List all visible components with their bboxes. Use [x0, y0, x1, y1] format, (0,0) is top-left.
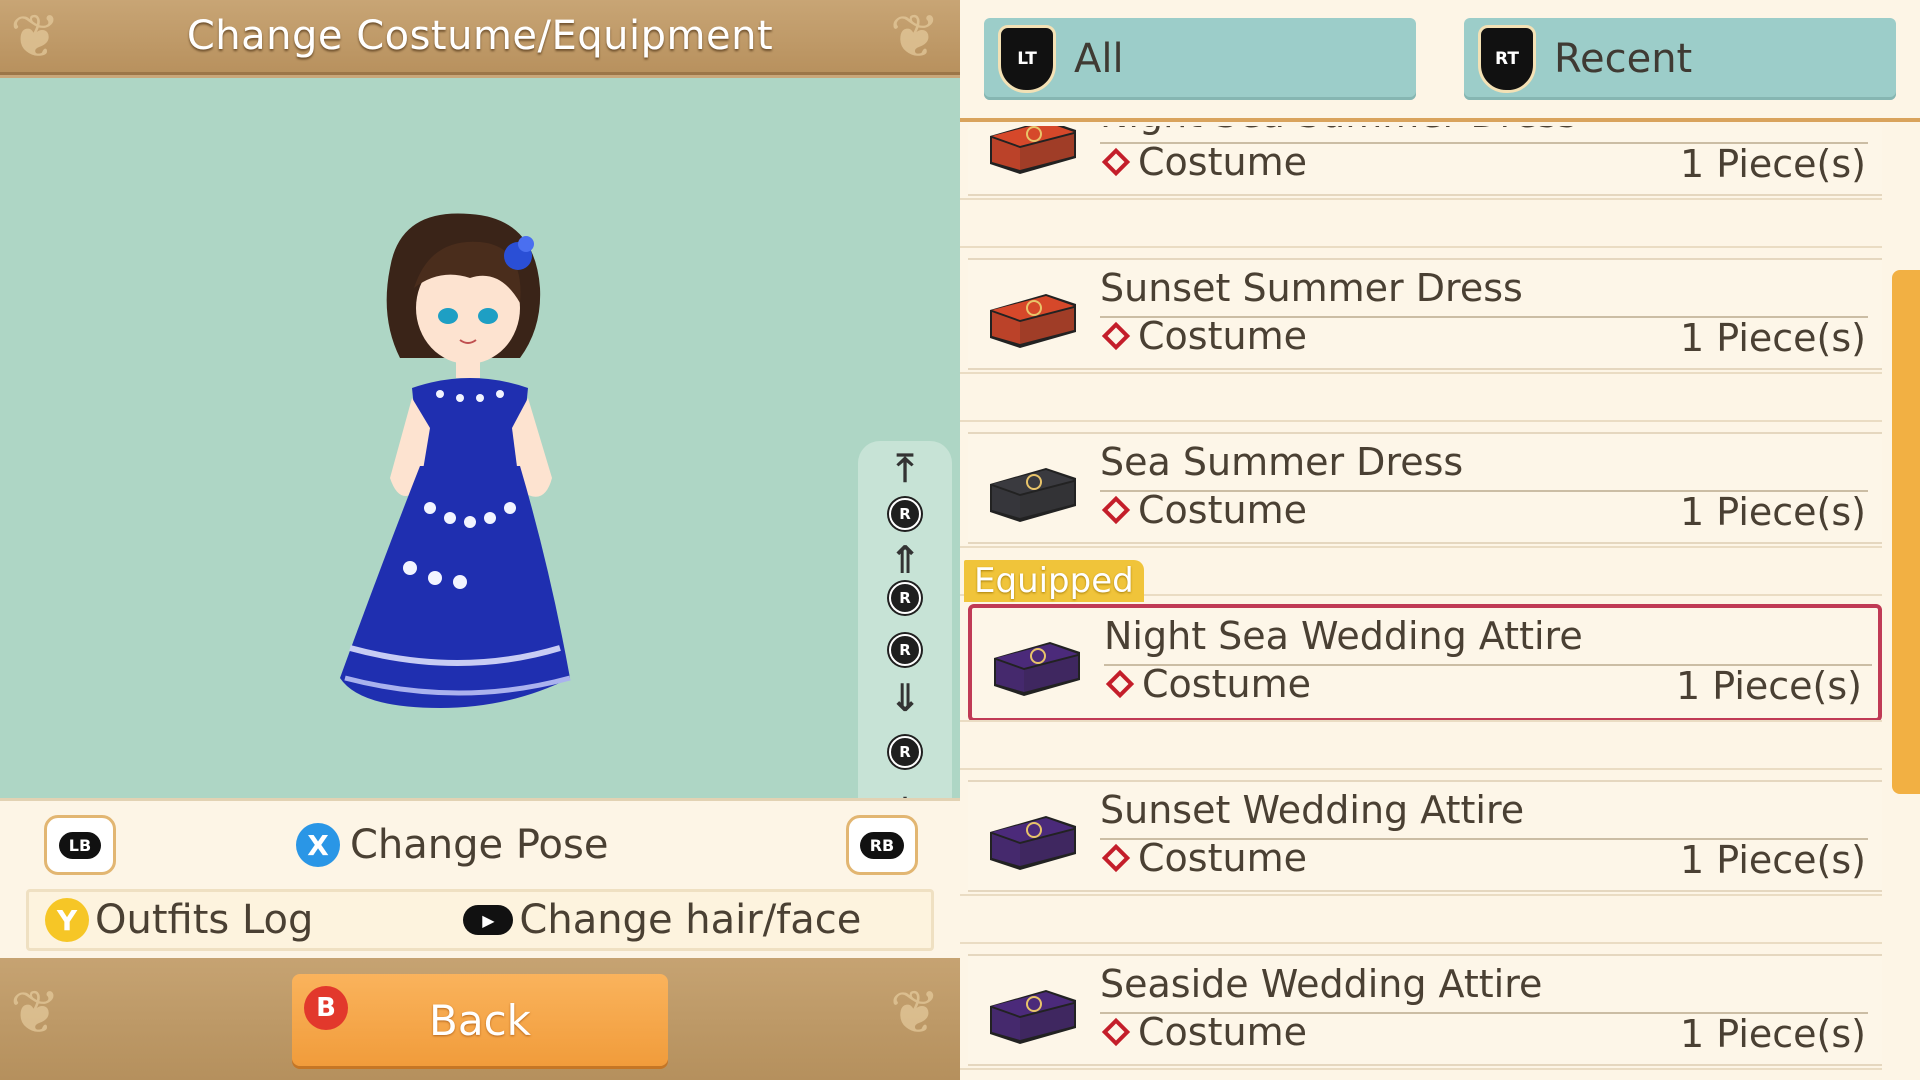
- costume-chest-icon: [994, 642, 1080, 696]
- scrollbar-thumb[interactable]: [1892, 270, 1920, 794]
- tab-recent-label: Recent: [1554, 36, 1693, 82]
- item-type-label: Costume: [1138, 1010, 1307, 1054]
- equipped-item-card[interactable]: Night Sea Wedding Attire Costume 1 Piece(s…: [968, 604, 1882, 722]
- item-name: Sea Summer Dress: [1100, 440, 1464, 484]
- item-name: Sunset Wedding Attire: [1100, 788, 1525, 832]
- item-type: Costume: [1104, 662, 1311, 706]
- x-button-icon: X: [296, 823, 340, 867]
- filter-tabs: LT All RT Recent: [960, 0, 1920, 122]
- costume-chest-icon: [990, 126, 1076, 174]
- costume-list-panel: LT All RT Recent Night Sea Summer Dress C…: [960, 0, 1920, 1080]
- tab-recent[interactable]: RT Recent: [1464, 18, 1896, 100]
- item-name: Night Sea Wedding Attire: [1104, 614, 1583, 658]
- item-count: 1 Piece(s): [1676, 664, 1862, 708]
- b-button-icon: B: [304, 986, 348, 1030]
- item-type-label: Costume: [1142, 662, 1311, 706]
- item-type: Costume: [1100, 140, 1307, 184]
- item-card[interactable]: Sunset Wedding Attire Costume 1 Piece(s): [968, 780, 1882, 892]
- rt-button-icon: RT: [1478, 25, 1536, 93]
- jump-to-top-icon[interactable]: ⤒: [858, 445, 952, 491]
- costume-list-item[interactable]: Seaside Wedding Attire Costume 1 Piece(s): [960, 944, 1882, 1080]
- change-pose-label: Change Pose: [350, 822, 609, 868]
- costume-list-item[interactable]: Sunset Wedding Attire Costume 1 Piece(s): [960, 770, 1882, 944]
- lb-button[interactable]: LB: [44, 815, 116, 875]
- item-type: Costume: [1100, 488, 1307, 532]
- costume-chest-icon: [990, 990, 1076, 1044]
- title-bar: ❦ Change Costume/Equipment ❦: [0, 0, 960, 75]
- item-card[interactable]: Sunset Summer Dress Costume 1 Piece(s): [968, 258, 1882, 370]
- ornament-left-icon: ❦: [10, 2, 61, 72]
- diamond-icon: [1105, 669, 1135, 699]
- list-spacer: [960, 720, 1882, 770]
- camera-right-icon[interactable]: R: [858, 627, 952, 673]
- item-name: Night Sea Summer Dress: [1100, 126, 1577, 136]
- item-card[interactable]: Seaside Wedding Attire Costume 1 Piece(s): [968, 954, 1882, 1066]
- camera-left-icon[interactable]: R: [858, 575, 952, 621]
- character-preview-stage[interactable]: ⤒ R ⇑ R R ⇓ R ⤓: [0, 78, 960, 871]
- ornament-bottom-right-icon: ❦: [889, 978, 940, 1048]
- page-title: Change Costume/Equipment: [186, 13, 774, 59]
- footer: ❦ B Back ❦: [0, 958, 960, 1080]
- item-card[interactable]: Sea Summer Dress Costume 1 Piece(s): [968, 432, 1882, 544]
- rb-button[interactable]: RB: [846, 815, 918, 875]
- costume-list-item[interactable]: Equipped Night Sea Wedding Attire Costume 1…: [960, 560, 1882, 770]
- item-type-label: Costume: [1138, 836, 1307, 880]
- zoom-out-icon[interactable]: ⇓: [858, 675, 952, 721]
- diamond-icon: [1101, 495, 1131, 525]
- item-type: Costume: [1100, 1010, 1307, 1054]
- preview-panel: ❦ Change Costume/Equipment ❦ ⤒ R ⇑ R R ⇓…: [0, 0, 960, 1080]
- preview-controls: LB X Change Pose RB Y Outfits Log ▶ Chan…: [0, 798, 960, 958]
- list-spacer: [960, 372, 1882, 422]
- diamond-icon: [1101, 147, 1131, 177]
- change-hair-face-button[interactable]: Change hair/face: [519, 897, 861, 943]
- list-spacer: [960, 894, 1882, 944]
- right-stick-icon: ▶: [463, 905, 514, 935]
- costume-chest-icon: [990, 468, 1076, 522]
- item-type: Costume: [1100, 836, 1307, 880]
- outfits-log-button[interactable]: Outfits Log: [95, 897, 313, 943]
- equipped-tag: Equipped: [964, 560, 1144, 602]
- back-label: Back: [429, 995, 531, 1045]
- costume-list-item[interactable]: Night Sea Summer Dress Costume 1 Piece(s): [960, 126, 1882, 248]
- tab-all-label: All: [1074, 36, 1124, 82]
- costume-chest-icon: [990, 294, 1076, 348]
- camera-down-icon[interactable]: R: [858, 729, 952, 775]
- item-name: Sunset Summer Dress: [1100, 266, 1523, 310]
- list-spacer: [960, 198, 1882, 248]
- costume-list[interactable]: Night Sea Summer DressCostume1 Piece(s)S…: [960, 126, 1882, 1080]
- item-count: 1 Piece(s): [1680, 142, 1866, 186]
- character-model: [340, 213, 571, 708]
- item-count: 1 Piece(s): [1680, 1012, 1866, 1056]
- lt-button-icon: LT: [998, 25, 1056, 93]
- item-type-label: Costume: [1138, 488, 1307, 532]
- item-count: 1 Piece(s): [1680, 490, 1866, 534]
- diamond-icon: [1101, 1017, 1131, 1047]
- costume-list-item[interactable]: Sunset Summer Dress Costume 1 Piece(s): [960, 248, 1882, 422]
- item-card[interactable]: Night Sea Summer Dress Costume 1 Piece(s): [968, 126, 1882, 196]
- item-name: Seaside Wedding Attire: [1100, 962, 1543, 1006]
- secondary-actions: Y Outfits Log ▶ Change hair/face: [26, 889, 934, 951]
- ornament-right-icon: ❦: [889, 2, 940, 72]
- ornament-bottom-left-icon: ❦: [10, 978, 61, 1048]
- change-pose-button[interactable]: X Change Pose: [296, 815, 608, 875]
- item-count: 1 Piece(s): [1680, 316, 1866, 360]
- tab-all[interactable]: LT All: [984, 18, 1416, 100]
- back-button[interactable]: B Back: [292, 974, 668, 1066]
- diamond-icon: [1101, 321, 1131, 351]
- costume-chest-icon: [990, 816, 1076, 870]
- camera-up-icon[interactable]: R: [858, 491, 952, 537]
- item-type: Costume: [1100, 314, 1307, 358]
- item-type-label: Costume: [1138, 140, 1307, 184]
- y-button-icon: Y: [45, 898, 89, 942]
- item-count: 1 Piece(s): [1680, 838, 1866, 882]
- diamond-icon: [1101, 843, 1131, 873]
- list-spacer: [960, 1068, 1882, 1080]
- item-type-label: Costume: [1138, 314, 1307, 358]
